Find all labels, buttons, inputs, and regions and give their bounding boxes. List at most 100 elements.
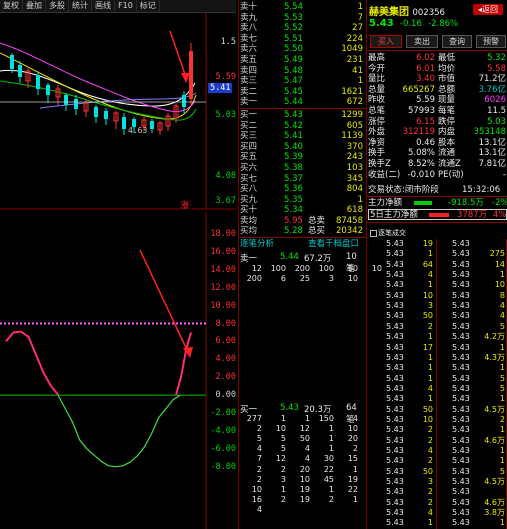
buy-level-price: 5.35 <box>284 194 303 205</box>
tick-price: 5.43 <box>452 383 470 393</box>
tick-volume: 4.5万 <box>484 404 505 414</box>
tick-analysis-header: 逐笔分析 查看千档盘口 <box>240 239 365 249</box>
queue-cell: 16 <box>251 494 262 504</box>
queue-cell: 1 <box>328 444 334 454</box>
sell-level-10[interactable]: 卖一 5.44 672 <box>240 97 365 108</box>
tick-price: 5.43 <box>452 363 470 373</box>
queue-row: 5 5 50 1 20 <box>240 434 365 444</box>
buy-level-price: 5.37 <box>284 173 303 184</box>
stat-value: 5.08% <box>407 148 435 159</box>
tick-volume: 1 <box>499 363 505 373</box>
stock-header: 赫美集团 002356 <box>369 3 445 18</box>
buy-button[interactable]: 买入 <box>370 35 402 48</box>
avg-sell-total-label: 总卖 <box>308 216 326 226</box>
return-button[interactable]: ◂返回 <box>473 4 503 15</box>
tick-row: 5.43 64 5.43 14 <box>368 260 507 270</box>
stat-label: PE(动) <box>438 169 464 180</box>
tick-price: 5.43 <box>386 404 404 414</box>
buy-level-price: 5.42 <box>284 120 303 131</box>
stat-value: 5.32 <box>487 53 506 63</box>
sell-level-price: 5.49 <box>284 55 303 65</box>
tick-volume: 4.6万 <box>484 435 505 445</box>
buy-level-volume: 1139 <box>341 131 363 142</box>
queue-row: 200 6 25 3 10 <box>240 274 365 284</box>
tick-volume: 1 <box>499 270 505 280</box>
sell-level-2[interactable]: 卖九 5.53 7 <box>240 13 365 24</box>
tick-row: 5.43 2 5.43 5 <box>368 322 507 332</box>
tick-row: 5.43 17 5.43 1 <box>368 343 507 353</box>
sell-level-7[interactable]: 卖四 5.48 41 <box>240 66 365 77</box>
stat-value: 3.76亿 <box>478 84 506 95</box>
buy-level-9[interactable]: 买九 5.35 1 <box>240 195 365 206</box>
queue-cell: 1 <box>280 484 286 494</box>
stat-label: 股本 <box>438 137 456 148</box>
queue-cell: 20 <box>347 434 358 444</box>
queue-cell: 7 <box>256 454 262 464</box>
indicator-axis-label: 16.00 <box>210 246 236 257</box>
queue-row: 2 2 20 22 1 <box>240 465 365 475</box>
tick-volume: 4 <box>499 311 505 321</box>
buy-level-3[interactable]: 买三 5.41 1139 <box>240 131 365 142</box>
quote-stat-row: 换手 5.08% 流通 13.1亿 <box>368 148 507 158</box>
sell-level-6[interactable]: 卖五 5.49 231 <box>240 55 365 66</box>
query-button[interactable]: 查询 <box>442 35 472 48</box>
buy-level-6[interactable]: 买六 5.38 103 <box>240 163 365 174</box>
tick-price: 5.43 <box>386 425 404 435</box>
sell-level-9[interactable]: 卖二 5.45 1621 <box>240 87 365 98</box>
tick-price: 5.43 <box>386 290 404 300</box>
queue-row: 16 2 19 2 1 <box>240 495 365 505</box>
queue-cell: 30 <box>323 454 334 464</box>
tick-volume: 10 <box>422 414 433 424</box>
tick-row: 5.43 4 5.43 1 <box>368 270 507 280</box>
five-day-flow-label: 5日主力净额 <box>370 210 418 220</box>
stat-label: 内盘 <box>438 127 456 138</box>
tick-volume: 1 <box>427 373 433 383</box>
queue-cell: 6 <box>280 274 286 284</box>
sell-level-label: 卖九 <box>240 12 258 23</box>
quote-stat-row: 换手Z 8.52% 流通Z 7.81亿 <box>368 159 507 169</box>
tick-row: 5.43 3 5.43 4 <box>368 301 507 311</box>
tick-row: 5.43 10 5.43 2 <box>368 415 507 425</box>
trade-status: 交易状态:闭市阶段 15:32:06 <box>368 185 507 195</box>
tick-volume: 1 <box>427 249 433 259</box>
buy-level-10[interactable]: 买十 5.34 618 <box>240 205 365 216</box>
tick-analysis-tab[interactable]: 逐笔分析 <box>240 239 274 249</box>
tick-price: 5.43 <box>386 342 404 352</box>
buy-level-7[interactable]: 买七 5.37 345 <box>240 174 365 185</box>
buy-level-2[interactable]: 买二 5.42 605 <box>240 121 365 132</box>
view-depth-link[interactable]: 查看千档盘口 <box>308 239 359 249</box>
expand-icon[interactable] <box>370 230 377 237</box>
sell-level-5[interactable]: 卖六 5.50 1049 <box>240 44 365 55</box>
sell-level-3[interactable]: 卖八 5.52 27 <box>240 23 365 34</box>
tick-price: 5.43 <box>452 497 470 507</box>
buy-level-8[interactable]: 买八 5.36 804 <box>240 184 365 195</box>
sell-level-volume: 1 <box>357 2 363 12</box>
tick-volume: 2 <box>427 425 433 435</box>
buy-level-4[interactable]: 买四 5.40 370 <box>240 142 365 153</box>
tick-price: 5.43 <box>452 342 470 352</box>
queue-cell: 2 <box>256 464 262 474</box>
buy-level-1[interactable]: 买一 5.43 1299 <box>240 110 365 121</box>
queue-cell: 10 <box>347 424 358 434</box>
buy-level-price: 5.36 <box>284 184 303 195</box>
buy-one-price: 5.43 <box>280 403 299 413</box>
sell-level-price: 5.51 <box>284 33 303 44</box>
sell-level-1[interactable]: 卖十 5.54 1 <box>240 2 365 13</box>
sell-level-8[interactable]: 卖三 5.47 1 <box>240 76 365 87</box>
tick-row: 5.43 1 5.43 10 <box>368 280 507 290</box>
buy-level-5[interactable]: 买五 5.39 243 <box>240 152 365 163</box>
tick-price: 5.43 <box>386 352 404 362</box>
queue-cell: 2 <box>256 474 262 484</box>
sell-button[interactable]: 卖出 <box>406 35 438 48</box>
tick-row: 5.43 19 5.43 <box>368 239 507 249</box>
ticks-list[interactable]: 5.43 19 5.43 5.43 1 5.43 275 5.43 64 5.43 14 5.43 4 5… <box>368 239 507 529</box>
stat-value: 11.5 <box>487 106 506 116</box>
tick-volume: 50 <box>422 404 433 414</box>
tick-price: 5.43 <box>386 414 404 424</box>
indicator-chart[interactable] <box>0 212 236 529</box>
alert-button[interactable]: 预警 <box>476 35 506 48</box>
queue-cell: 5 <box>256 434 262 444</box>
tick-price: 5.43 <box>452 311 470 321</box>
sell-level-4[interactable]: 卖七 5.51 224 <box>240 34 365 45</box>
queue-cell: 22 <box>323 464 334 474</box>
